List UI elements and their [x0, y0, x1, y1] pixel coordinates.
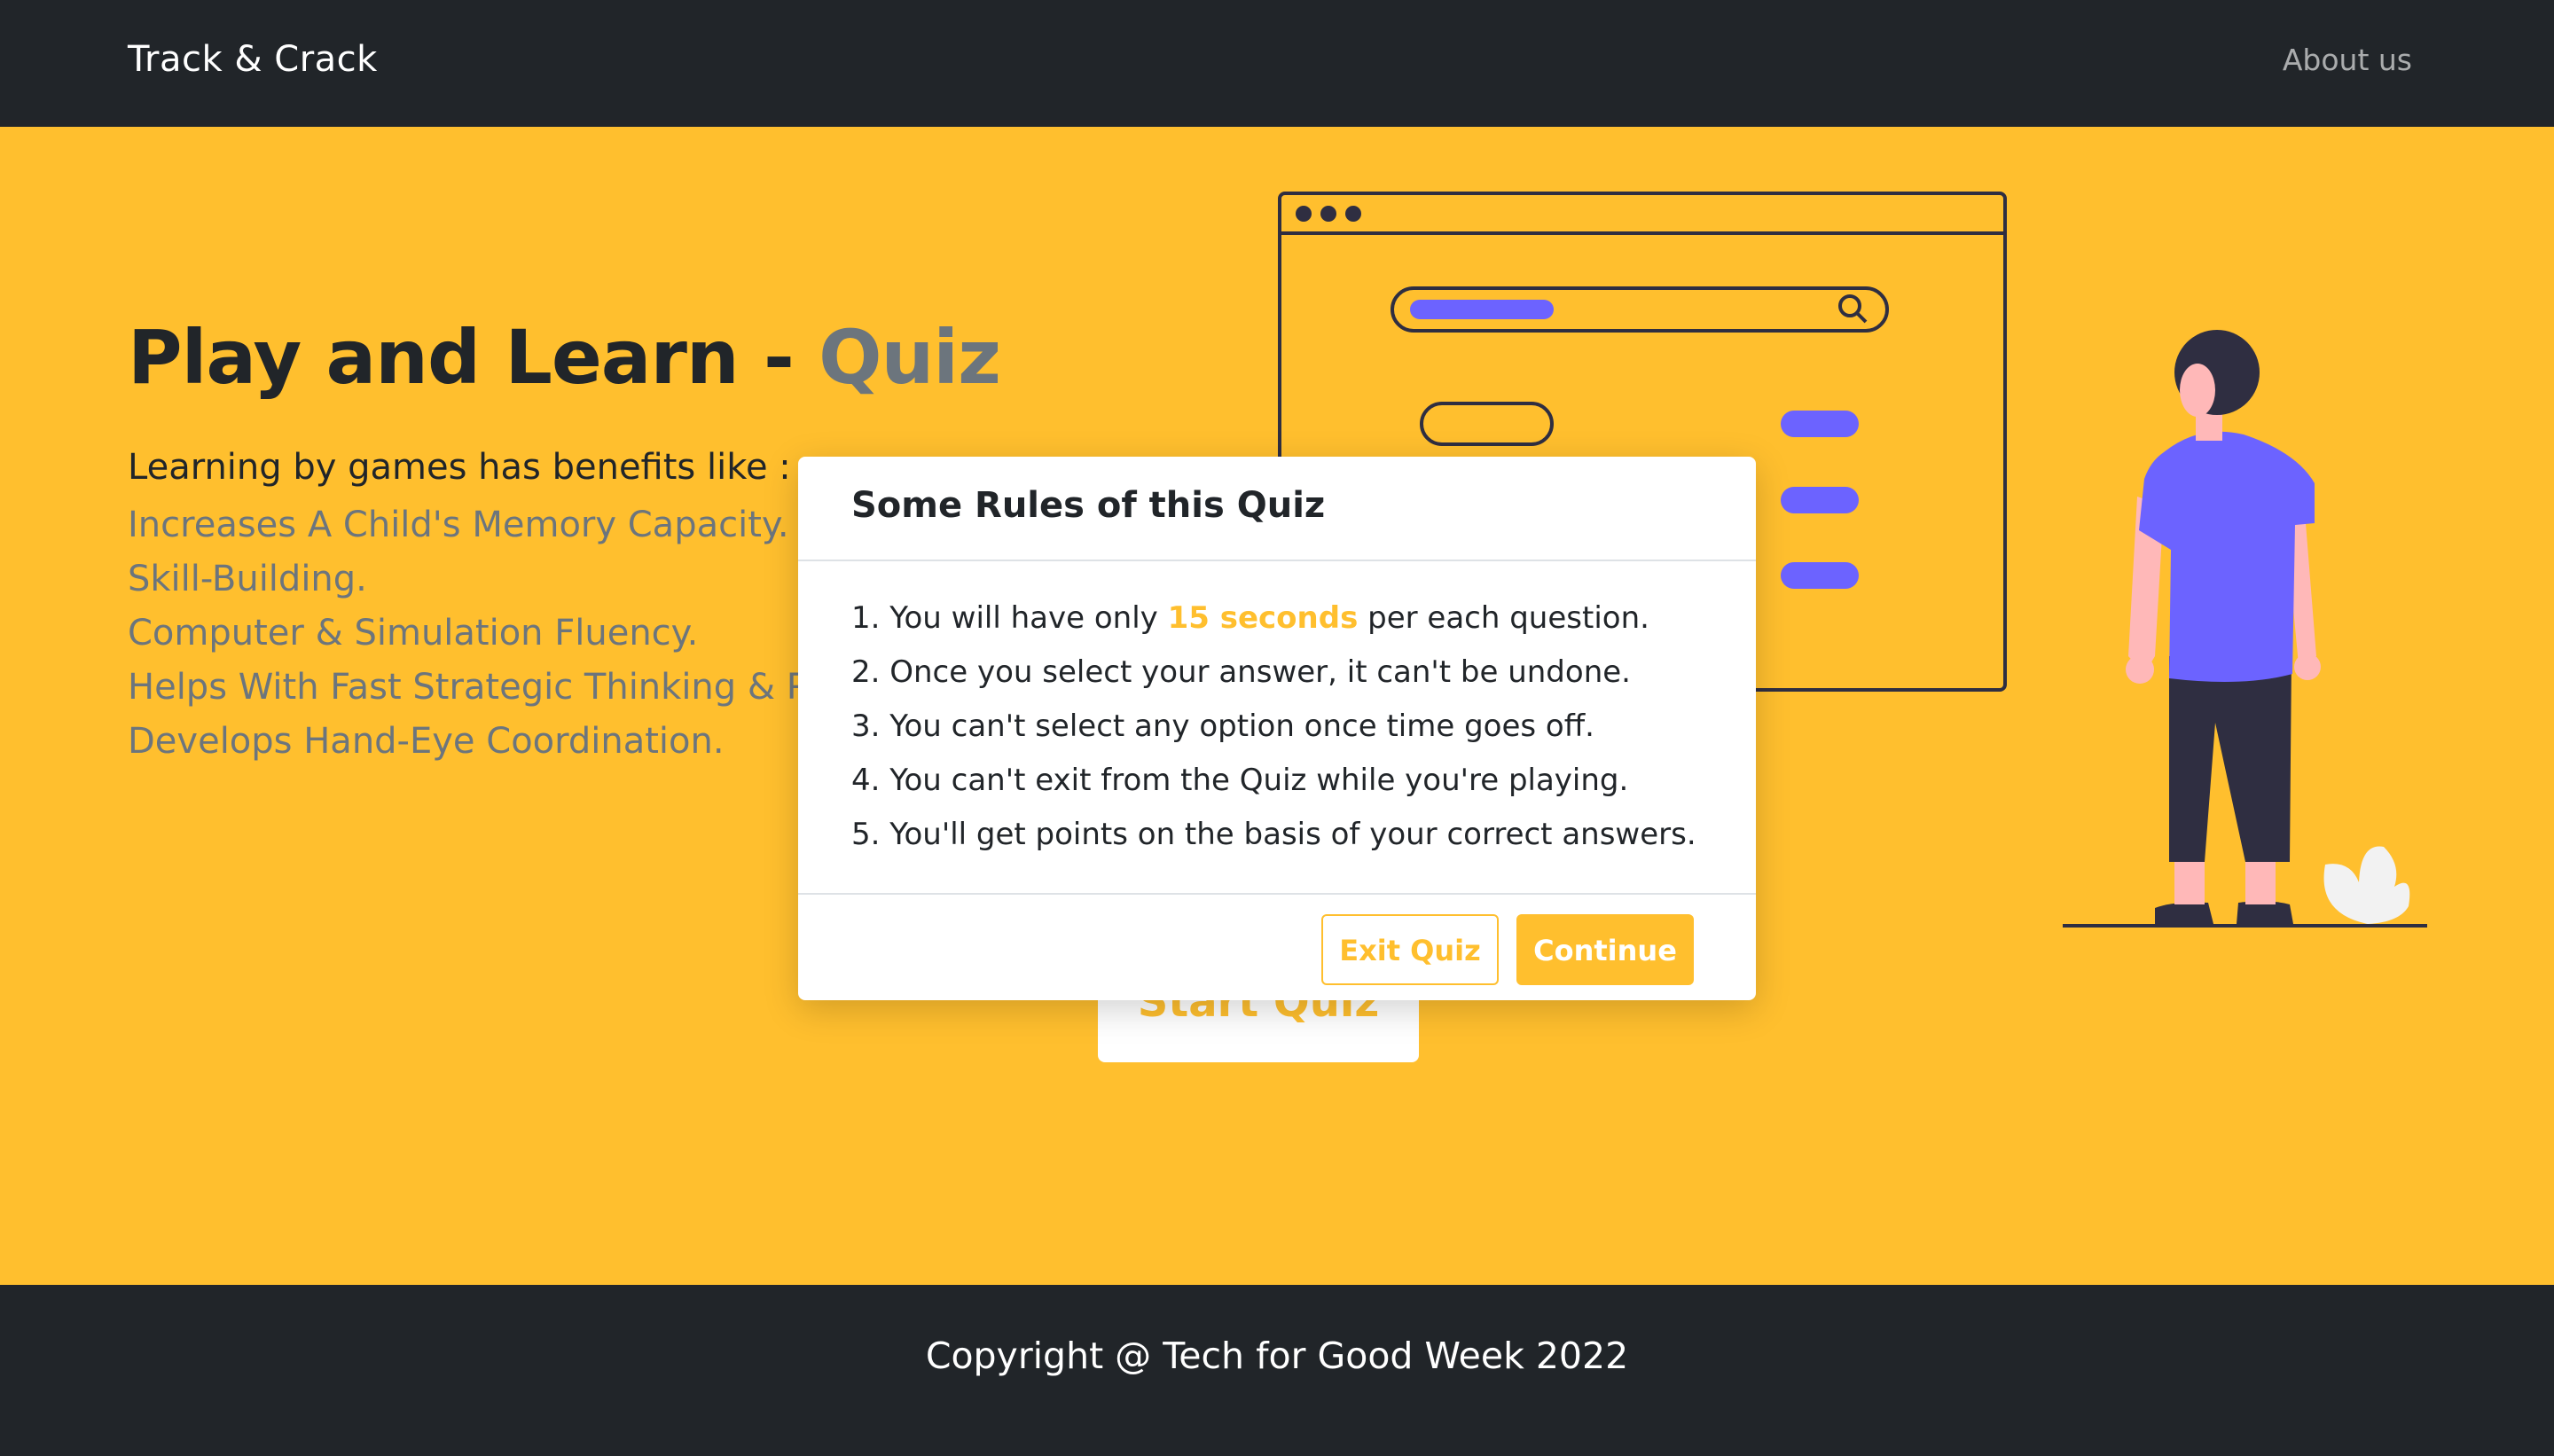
rule-item: 4. You can't exit from the Quiz while yo… [851, 754, 1696, 808]
rule-item: 5. You'll get points on the basis of you… [851, 808, 1696, 862]
rule-text-after: per each question. [1358, 600, 1649, 636]
rule-highlight: 15 seconds [1167, 600, 1359, 636]
modal-footer [798, 893, 1756, 895]
rule-text: 3. You can't select any option once time… [851, 708, 1594, 744]
footer: Copyright @ Tech for Good Week 2022 [0, 1285, 2554, 1456]
modal-title: Some Rules of this Quiz [851, 485, 1326, 526]
rules-modal: Some Rules of this Quiz 1. You will have… [798, 457, 1756, 1000]
continue-button[interactable]: Continue [1516, 914, 1694, 985]
exit-quiz-button[interactable]: Exit Quiz [1321, 914, 1499, 985]
plant-illustration [2323, 846, 2410, 924]
rule-item: 3. You can't select any option once time… [851, 700, 1696, 754]
rule-item: 1. You will have only 15 seconds per eac… [851, 591, 1696, 646]
person-illustration [2063, 330, 2427, 928]
rule-item: 2. Once you select your answer, it can't… [851, 646, 1696, 700]
rule-text: 2. Once you select your answer, it can't… [851, 654, 1631, 690]
rule-text: 5. You'll get points on the basis of you… [851, 817, 1696, 852]
rule-text: 1. You will have only [851, 600, 1168, 636]
rules-list: 1. You will have only 15 seconds per eac… [851, 591, 1696, 862]
search-icon [1838, 294, 1868, 324]
footer-copyright: Copyright @ Tech for Good Week 2022 [925, 1335, 1629, 1377]
rule-text: 4. You can't exit from the Quiz while yo… [851, 763, 1629, 798]
